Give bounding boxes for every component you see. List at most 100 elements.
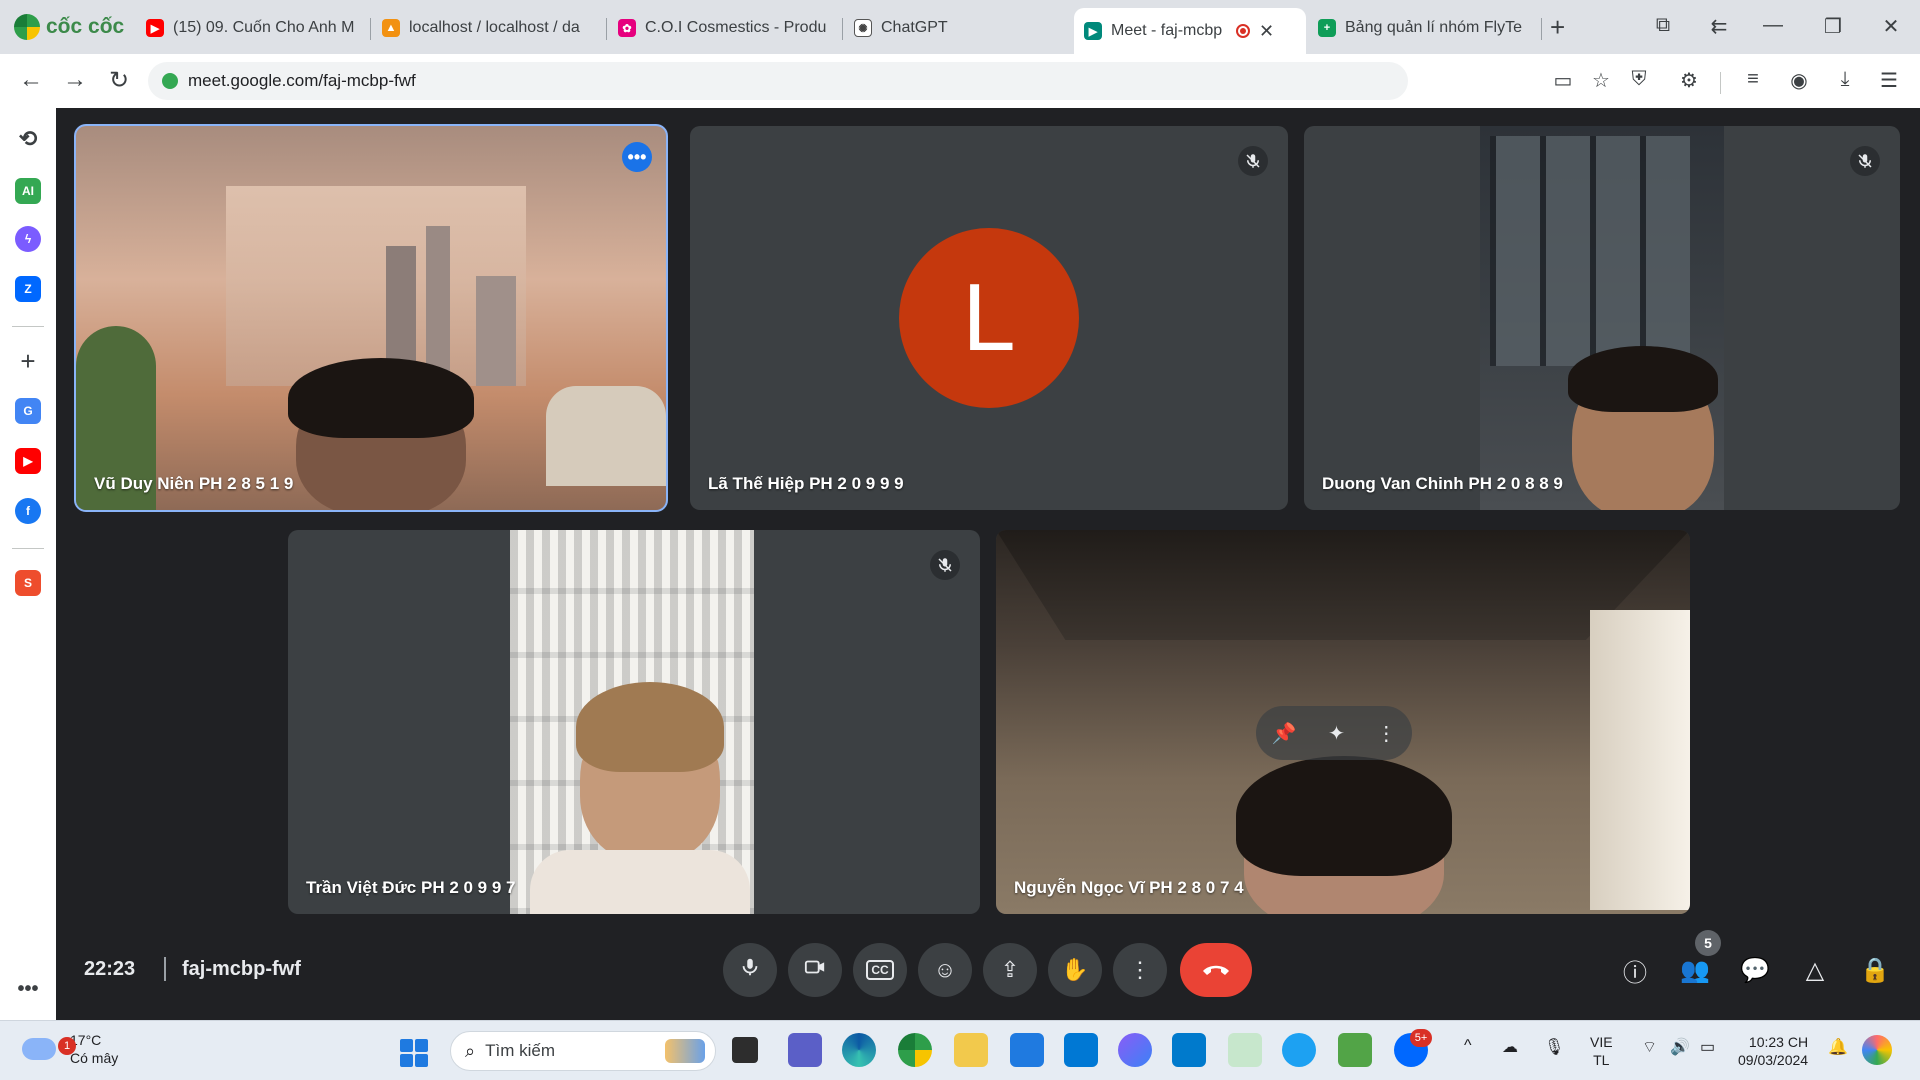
- microsoft-store-icon[interactable]: [1010, 1033, 1044, 1067]
- address-bar[interactable]: meet.google.com/faj-mcbp-fwf: [148, 62, 1408, 100]
- browser-sidebar: ⟲ AI ϟ Z + G ▶ f S •••: [0, 108, 56, 1020]
- participant-tile[interactable]: ••• Vũ Duy Niên PH 2 8 5 1 9: [74, 124, 668, 512]
- participant-name: Duong Van Chinh PH 2 0 8 8 9: [1322, 474, 1563, 493]
- effects-icon[interactable]: ✦: [1328, 721, 1345, 746]
- more-options-button[interactable]: ⋮: [1113, 943, 1167, 997]
- battery-icon[interactable]: ▭: [1700, 1037, 1715, 1057]
- facebook-icon[interactable]: f: [15, 498, 41, 524]
- weather-temp: 17°C: [70, 1032, 102, 1048]
- mail-icon[interactable]: [1064, 1033, 1098, 1067]
- weather-condition: Có mây: [70, 1050, 119, 1066]
- tab-google-meet[interactable]: ▶ Meet - faj-mcbp ✕: [1074, 8, 1306, 54]
- onedrive-icon[interactable]: ☁: [1502, 1037, 1518, 1057]
- reload-button[interactable]: ↻: [104, 66, 134, 95]
- chat-app-icon[interactable]: [1282, 1033, 1316, 1067]
- participant-tile[interactable]: 📌 ✦ ⋮ Nguyễn Ngọc Vĩ PH 2 8 0 7 4: [996, 530, 1690, 914]
- weather-widget[interactable]: 1 17°C Có mây: [22, 1031, 118, 1067]
- new-tab-button[interactable]: +: [1550, 12, 1565, 43]
- tab-phpmyadmin[interactable]: ▲ localhost / localhost / da: [372, 10, 604, 46]
- coccoc-logo-icon: [14, 14, 40, 40]
- download-icon[interactable]: ⤓: [1832, 68, 1858, 91]
- language-indicator[interactable]: VIE TL: [1590, 1033, 1613, 1069]
- tab-google-sheets[interactable]: + Bảng quản lí nhóm FlyTe: [1308, 10, 1540, 46]
- google-translate-icon[interactable]: G: [15, 398, 41, 424]
- wifi-icon[interactable]: ⌔: [1642, 1037, 1657, 1057]
- start-button[interactable]: [400, 1039, 428, 1067]
- clock-widget[interactable]: 10:23 CH 09/03/2024: [1738, 1033, 1808, 1069]
- meeting-clock: 22:23: [84, 958, 136, 980]
- tab-label: Meet - faj-mcbp: [1111, 22, 1223, 39]
- tab-youtube[interactable]: ▶ (15) 09. Cuốn Cho Anh M: [136, 10, 368, 46]
- taskbar-search[interactable]: ⌕ Tìm kiếm: [450, 1031, 716, 1071]
- forward-button[interactable]: →: [60, 66, 90, 94]
- chevron-up-icon[interactable]: ^: [1464, 1037, 1472, 1055]
- chat-button[interactable]: 💬: [1737, 952, 1773, 988]
- more-vert-icon[interactable]: ⋮: [1376, 721, 1396, 746]
- mic-icon: [739, 956, 761, 984]
- camera-in-use-icon[interactable]: ▭: [1550, 68, 1576, 93]
- ai-assistant-icon[interactable]: AI: [15, 178, 41, 204]
- task-view-icon[interactable]: [732, 1037, 758, 1063]
- search-highlight-icon: [665, 1039, 705, 1063]
- copilot-icon[interactable]: [1862, 1035, 1892, 1065]
- extensions-icon[interactable]: ⚙: [1676, 68, 1702, 93]
- teams-icon[interactable]: [788, 1033, 822, 1067]
- meeting-info-button[interactable]: ⓘ: [1617, 952, 1653, 988]
- emoji-button[interactable]: ☺: [918, 943, 972, 997]
- participant-name: Lã Thế Hiệp PH 2 0 9 9 9: [708, 474, 904, 493]
- close-tab-icon[interactable]: ✕: [1259, 21, 1274, 42]
- sidebar-more-icon[interactable]: •••: [15, 976, 41, 1002]
- participant-tile[interactable]: Trần Việt Đức PH 2 0 9 9 7: [288, 530, 980, 914]
- participant-more-options-icon[interactable]: •••: [622, 142, 652, 172]
- close-window-button[interactable]: ✕: [1876, 14, 1906, 39]
- participant-tile[interactable]: L Lã Thế Hiệp PH 2 0 9 9 9: [690, 126, 1288, 510]
- site-info-icon[interactable]: [162, 73, 178, 89]
- raise-hand-icon: ✋: [1061, 957, 1089, 982]
- browser-menu-icon[interactable]: ☰: [1876, 68, 1902, 93]
- edge-icon[interactable]: [842, 1033, 876, 1067]
- pin-icon[interactable]: 📌: [1272, 721, 1297, 746]
- coccoc-active-icon[interactable]: [1228, 1033, 1262, 1067]
- tab-label: localhost / localhost / da: [409, 19, 580, 36]
- captions-button[interactable]: CC: [853, 943, 907, 997]
- present-button[interactable]: ⇪: [983, 943, 1037, 997]
- participant-count-badge: 5: [1695, 930, 1721, 956]
- profile-icon[interactable]: ◉: [1786, 68, 1812, 93]
- camera-button[interactable]: [788, 943, 842, 997]
- bookmark-star-icon[interactable]: ☆: [1588, 68, 1614, 93]
- zalo-icon[interactable]: Z: [15, 276, 41, 302]
- tab-chatgpt[interactable]: ✺ ChatGPT: [844, 10, 1076, 46]
- shopee-icon[interactable]: S: [15, 570, 41, 596]
- tile-hover-controls: 📌 ✦ ⋮: [1256, 706, 1412, 760]
- participant-name: Vũ Duy Niên PH 2 8 5 1 9: [94, 474, 294, 493]
- youtube-sidebar-icon[interactable]: ▶: [15, 448, 41, 474]
- minimize-button[interactable]: —: [1758, 14, 1788, 37]
- vscode-icon[interactable]: [1172, 1033, 1206, 1067]
- search-placeholder: Tìm kiếm: [485, 1041, 555, 1060]
- browser-brand[interactable]: cốc cốc: [14, 12, 124, 42]
- messenger-icon[interactable]: ϟ: [15, 226, 41, 252]
- copilot-app-icon[interactable]: [1118, 1033, 1152, 1067]
- add-sidebar-item-icon[interactable]: +: [15, 346, 41, 376]
- history-icon[interactable]: ⟲: [15, 126, 41, 152]
- excel-app-icon[interactable]: [1338, 1033, 1372, 1067]
- restore-button[interactable]: ❐: [1818, 14, 1848, 39]
- volume-icon[interactable]: 🔊: [1670, 1037, 1690, 1057]
- mic-button[interactable]: [723, 943, 777, 997]
- raise-hand-button[interactable]: ✋: [1048, 943, 1102, 997]
- people-button[interactable]: 👥: [1677, 952, 1713, 988]
- shield-icon[interactable]: ⛨: [1626, 68, 1652, 91]
- notification-bell-icon[interactable]: 🔔: [1828, 1037, 1848, 1057]
- tab-cosmetics[interactable]: ✿ C.O.I Cosmestics - Produ: [608, 10, 840, 46]
- host-controls-button[interactable]: 🔒: [1857, 952, 1893, 988]
- coccoc-taskbar-icon[interactable]: [898, 1033, 932, 1067]
- search-tabs-icon[interactable]: ⧉: [1648, 14, 1678, 37]
- activities-button[interactable]: △: [1797, 952, 1833, 988]
- file-explorer-icon[interactable]: [954, 1033, 988, 1067]
- mic-tray-icon[interactable]: 🎙: [1544, 1037, 1564, 1057]
- tab-list-icon[interactable]: ⇇: [1704, 14, 1734, 39]
- participant-tile[interactable]: Duong Van Chinh PH 2 0 8 8 9: [1304, 126, 1900, 510]
- media-controls-icon[interactable]: ≡: [1740, 68, 1766, 91]
- end-call-button[interactable]: [1180, 943, 1252, 997]
- back-button[interactable]: ←: [16, 66, 46, 94]
